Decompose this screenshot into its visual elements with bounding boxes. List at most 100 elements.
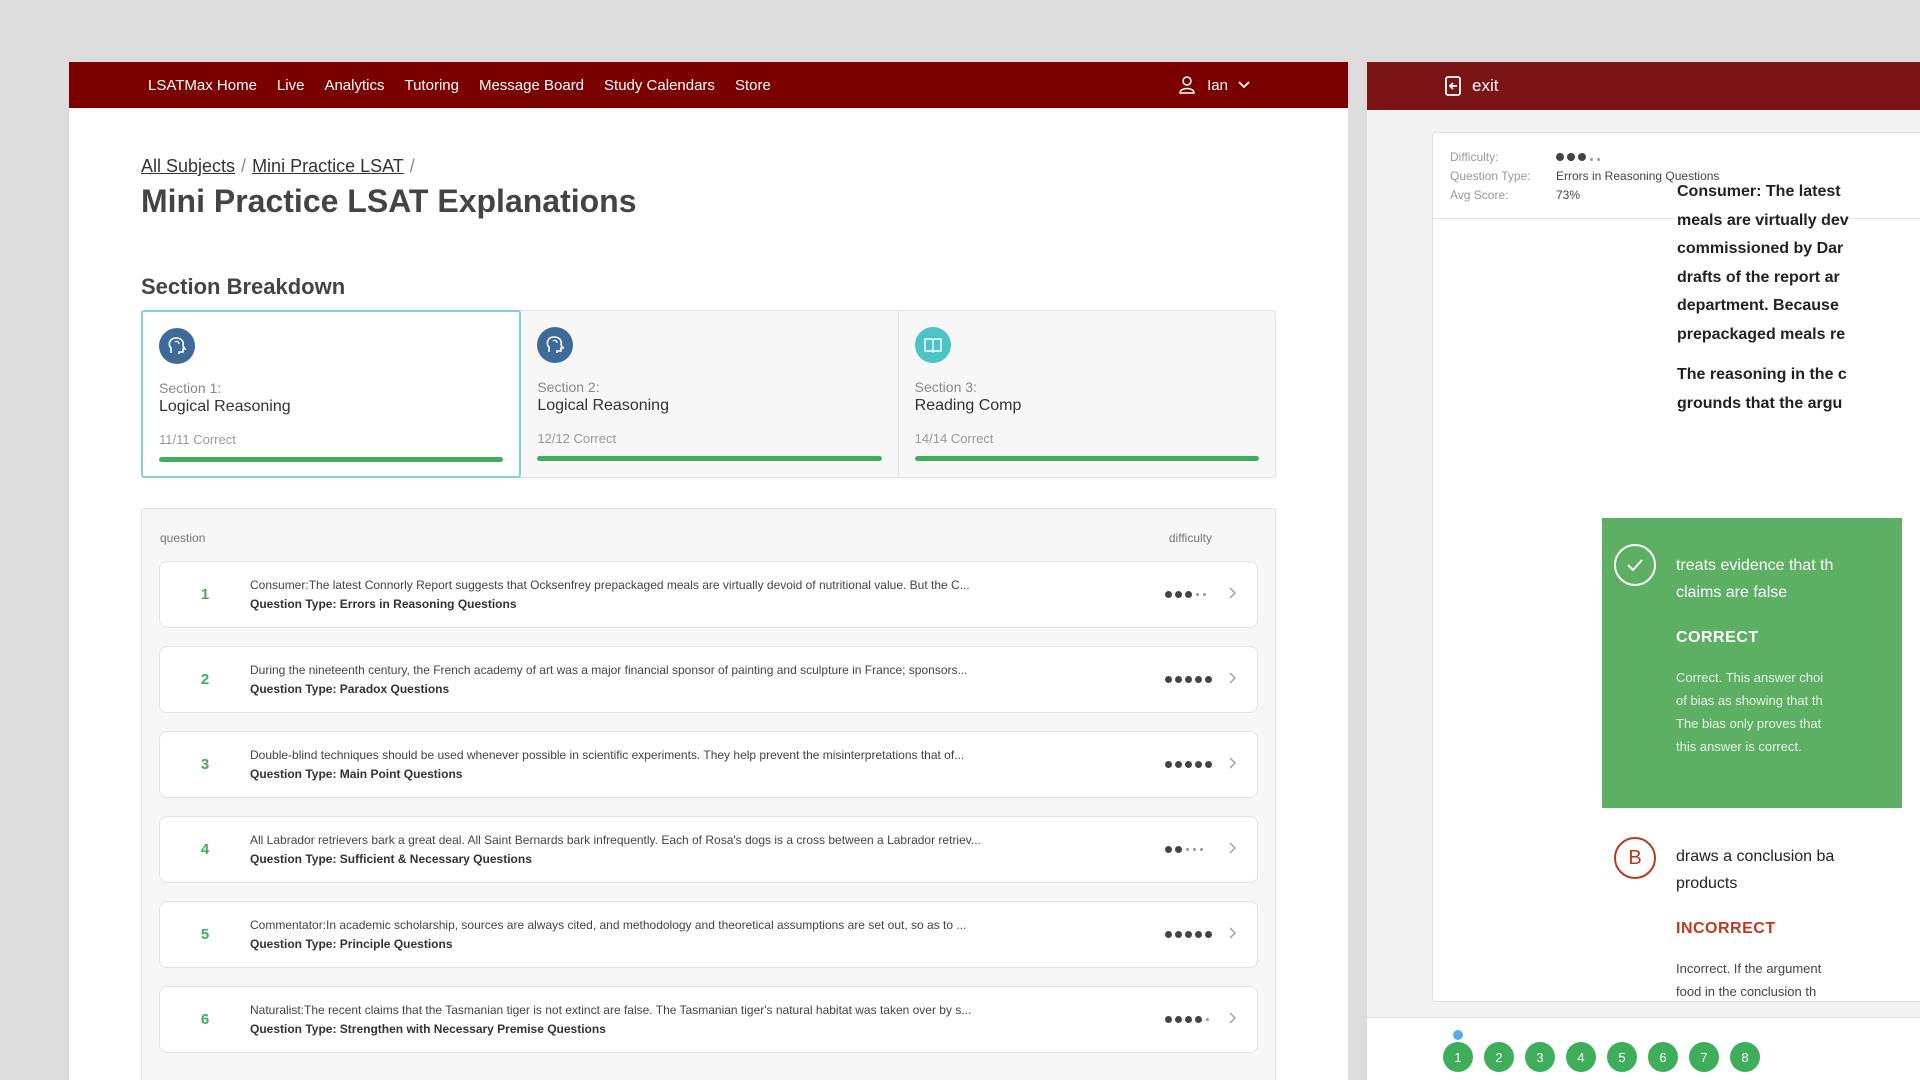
chevron-right-icon[interactable] <box>1225 671 1257 689</box>
breadcrumb-mini-practice[interactable]: Mini Practice LSAT <box>252 156 404 177</box>
question-type: Question Type: Errors in Reasoning Quest… <box>250 597 1165 611</box>
difficulty-dot-empty <box>1206 1018 1209 1021</box>
question-type-label: Question Type: <box>250 682 337 696</box>
nav-link-store[interactable]: Store <box>735 77 771 94</box>
pager-question-2[interactable]: 2 <box>1484 1042 1514 1072</box>
left-content: All Subjects / Mini Practice LSAT / Mini… <box>69 156 1348 1080</box>
user-name: Ian <box>1207 76 1228 94</box>
exit-label: exit <box>1472 76 1499 95</box>
book-icon <box>914 327 951 363</box>
question-row[interactable]: 1 Consumer:The latest Connorly Report sug… <box>159 561 1258 628</box>
question-number: 4 <box>200 841 210 858</box>
nav-link-tutoring[interactable]: Tutoring <box>404 77 458 94</box>
question-type-value: Principle Questions <box>339 937 453 951</box>
pager-question-3[interactable]: 3 <box>1525 1042 1555 1072</box>
chevron-right-icon[interactable] <box>1225 841 1257 859</box>
difficulty-dots <box>1165 591 1225 598</box>
chevron-down-icon <box>1238 81 1250 89</box>
question-pager: 12345678 <box>1443 1042 1771 1072</box>
section-card-3[interactable]: Section 3: Reading Comp 14/14 Correct <box>899 311 1275 477</box>
question-row[interactable]: 4 All Labrador retrievers bark a great de… <box>159 816 1258 883</box>
question-stem-line: The reasoning in the c <box>1677 366 1847 383</box>
answer-text-line: products <box>1676 875 1738 892</box>
section-score: 11/11 Correct <box>159 432 236 447</box>
passage-line: department. Because <box>1677 297 1839 314</box>
user-menu[interactable]: Ian <box>1179 76 1262 94</box>
pager-question-8[interactable]: 8 <box>1730 1042 1760 1072</box>
difficulty-dot-empty <box>1196 593 1199 596</box>
answer-choice-b[interactable]: B draws a conclusion ba products INCORRE… <box>1602 822 1902 999</box>
section-sub: Section 3: <box>914 379 977 395</box>
nav-link-analytics[interactable]: Analytics <box>324 77 384 94</box>
section-progress-bar <box>537 456 882 461</box>
section-name: Reading Comp <box>914 397 1022 414</box>
question-summary: Naturalist:The recent claims that the Ta… <box>250 1003 1165 1036</box>
chevron-right-icon[interactable] <box>1225 586 1257 604</box>
answer-text: draws a conclusion ba products <box>1676 843 1834 897</box>
section-progress-bar <box>914 456 1259 461</box>
passage-line: drafts of the report ar <box>1677 268 1840 286</box>
meta-difficulty: Difficulty: <box>1450 147 1920 166</box>
question-preview: Double-blind techniques should be used w… <box>250 748 965 762</box>
difficulty-dot-filled <box>1205 676 1212 683</box>
difficulty-dot-empty <box>1203 593 1206 596</box>
chevron-right-icon[interactable] <box>1225 756 1257 774</box>
section-card-2[interactable]: Section 2: Logical Reasoning 12/12 Corre… <box>521 311 899 477</box>
question-type-label: Question Type: <box>250 1022 337 1036</box>
question-passage: Consumer: The latest meals are virtually… <box>1677 178 1920 418</box>
question-type: Question Type: Strengthen with Necessary… <box>250 1022 1165 1036</box>
nav-link-live[interactable]: Live <box>277 77 305 94</box>
question-summary: Commentator:In academic scholarship, sou… <box>250 918 1165 951</box>
difficulty-dot-filled <box>1175 761 1182 768</box>
section-score: 14/14 Correct <box>914 431 994 446</box>
chevron-right-icon[interactable] <box>1225 926 1257 944</box>
head-profile-icon <box>159 328 195 364</box>
user-icon <box>1179 76 1195 94</box>
answer-explanation: Correct. This answer choi of bias as sho… <box>1676 666 1823 758</box>
question-summary: Double-blind techniques should be used w… <box>250 748 1165 781</box>
question-type-value: Errors in Reasoning Questions <box>339 597 517 611</box>
nav-link-home[interactable]: LSATMax Home <box>148 77 257 94</box>
pager-question-4[interactable]: 4 <box>1566 1042 1596 1072</box>
difficulty-dot-filled <box>1205 761 1212 768</box>
question-row[interactable]: 2 During the nineteenth century, the Fren… <box>159 646 1258 713</box>
pager-question-6[interactable]: 6 <box>1648 1042 1678 1072</box>
answer-letter-b: B <box>1614 837 1656 879</box>
answer-choice-a[interactable]: treats evidence that th claims are false… <box>1602 518 1902 808</box>
pager-question-1[interactable]: 1 <box>1443 1042 1473 1072</box>
meta-avg-label: Avg Score: <box>1450 187 1509 202</box>
difficulty-dot-filled <box>1195 676 1202 683</box>
pager-question-7[interactable]: 7 <box>1689 1042 1719 1072</box>
nav-link-message-board[interactable]: Message Board <box>479 77 584 94</box>
explanation-line: this answer is correct. <box>1676 739 1802 754</box>
difficulty-dot-filled <box>1165 846 1172 853</box>
difficulty-dot-filled <box>1165 676 1172 683</box>
pager-question-5[interactable]: 5 <box>1607 1042 1637 1072</box>
question-table: question difficulty 1 Consumer:The latest… <box>141 508 1276 1080</box>
chevron-right-icon[interactable] <box>1225 1011 1257 1029</box>
question-row[interactable]: 5 Commentator:In academic scholarship, so… <box>159 901 1258 968</box>
answer-text-line: treats evidence that th <box>1676 557 1834 574</box>
section-cards: Section 1: Logical Reasoning 11/11 Corre… <box>141 310 1276 478</box>
difficulty-dot-filled <box>1195 761 1202 768</box>
difficulty-dots <box>1165 761 1225 768</box>
question-stem-line: grounds that the argu <box>1677 394 1843 412</box>
section-progress-fill <box>159 457 504 462</box>
question-type-value: Sufficient & Necessary Questions <box>339 852 532 866</box>
checkmark-icon <box>1614 544 1656 586</box>
nav-link-study-calendars[interactable]: Study Calendars <box>604 77 715 94</box>
question-summary: During the nineteenth century, the Frenc… <box>250 663 1165 696</box>
question-row[interactable]: 6 Naturalist:The recent claims that the T… <box>159 986 1258 1053</box>
breadcrumb-all-subjects[interactable]: All Subjects <box>141 156 235 177</box>
answer-status-correct: CORRECT <box>1676 629 1759 646</box>
passage-line: meals are virtually dev <box>1677 211 1849 229</box>
current-position-indicator <box>1453 1030 1463 1040</box>
section-score: 12/12 Correct <box>537 431 617 446</box>
question-number: 6 <box>200 1011 210 1028</box>
section-card-1[interactable]: Section 1: Logical Reasoning 11/11 Corre… <box>141 310 522 478</box>
question-row[interactable]: 3 Double-blind techniques should be used … <box>159 731 1258 798</box>
question-rows: 1 Consumer:The latest Connorly Report sug… <box>159 561 1258 1053</box>
question-preview: All Labrador retrievers bark a great dea… <box>250 833 981 847</box>
difficulty-dot-filled <box>1185 1016 1192 1023</box>
exit-button[interactable]: exit <box>1444 75 1498 97</box>
